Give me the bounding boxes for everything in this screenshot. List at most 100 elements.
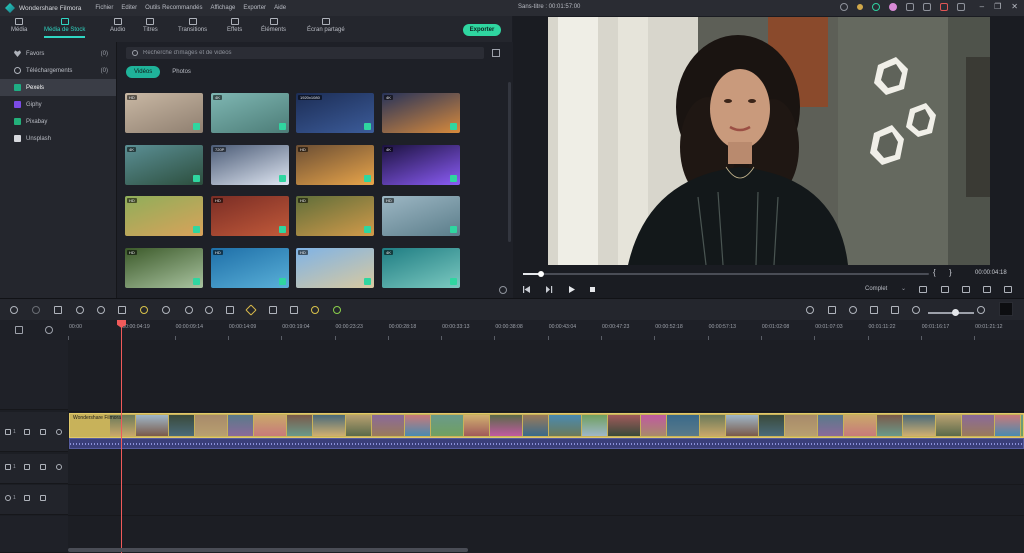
cut-scissors-icon[interactable] (76, 306, 84, 314)
grid-view-icon[interactable] (492, 49, 500, 57)
sidebar-item-pexels[interactable]: Pexels (0, 79, 116, 96)
tab-photos[interactable]: Photos (164, 66, 199, 78)
module-transitions[interactable]: Transitions (178, 18, 207, 33)
shield-icon[interactable] (828, 306, 836, 314)
module-effects[interactable]: Effets (227, 18, 242, 33)
cloud-icon[interactable] (839, 3, 848, 11)
stock-video-thumbnail[interactable]: 720P (211, 145, 289, 185)
microphone-icon[interactable] (849, 306, 857, 314)
zoom-slider-handle[interactable] (952, 309, 959, 316)
download-icon[interactable] (279, 175, 286, 182)
menu-item-editer[interactable]: Editer (121, 5, 137, 11)
preview-scrub-bar[interactable] (523, 271, 929, 277)
stock-video-thumbnail[interactable]: HD (211, 248, 289, 288)
download-icon[interactable] (364, 278, 371, 285)
stock-video-thumbnail[interactable]: HD (296, 196, 374, 236)
close-icon[interactable]: ✕ (1011, 3, 1018, 11)
search-input[interactable] (143, 50, 463, 56)
account-avatar-icon[interactable] (888, 3, 897, 11)
adjust-sliders-icon[interactable] (269, 306, 277, 314)
sidebar-item-favors[interactable]: Favors (0) (0, 45, 116, 62)
download-icon[interactable] (450, 123, 457, 130)
save-icon[interactable] (905, 3, 914, 11)
chevron-down-icon[interactable]: ⌄ (901, 285, 906, 292)
module-titles[interactable]: Titres (143, 18, 158, 33)
add-track-icon[interactable] (15, 326, 23, 334)
render-icon[interactable] (806, 306, 814, 314)
scrub-handle[interactable] (538, 271, 545, 277)
menu-item-exporter[interactable]: Exporter (243, 5, 266, 11)
sidebar-item-unsplash[interactable]: Unsplash (0, 130, 116, 147)
maximize-icon[interactable]: ❐ (994, 3, 1001, 11)
module-audio[interactable]: Audio (110, 18, 125, 33)
speed-icon[interactable] (140, 306, 148, 314)
minimize-icon[interactable]: – (980, 3, 984, 11)
zoom-slider[interactable] (928, 312, 974, 314)
download-icon[interactable] (279, 278, 286, 285)
download-icon[interactable] (364, 175, 371, 182)
sidebar-item-pixabay[interactable]: Pixabay (0, 113, 116, 130)
lock-icon[interactable] (24, 464, 30, 470)
crop-icon[interactable] (118, 306, 126, 314)
download-icon[interactable] (193, 278, 200, 285)
notification-icon[interactable] (939, 3, 948, 11)
download-icon[interactable] (364, 123, 371, 130)
keyframe-icon[interactable] (245, 304, 257, 316)
download-icon[interactable] (450, 226, 457, 233)
fullscreen-icon[interactable] (1004, 286, 1012, 293)
search-box[interactable] (126, 47, 484, 59)
empty-track-lane[interactable] (68, 340, 1024, 412)
stock-video-thumbnail[interactable]: 1920x1080 (296, 93, 374, 133)
undo-icon[interactable] (10, 306, 18, 314)
mark-out-icon[interactable]: } (949, 268, 952, 277)
module-elements[interactable]: Éléments (261, 18, 286, 33)
stock-video-thumbnail[interactable]: HD (211, 196, 289, 236)
download-icon[interactable] (922, 3, 931, 11)
sidebar-item-downloads[interactable]: Téléchargements (0) (0, 62, 116, 79)
zoom-in-icon[interactable] (977, 306, 985, 314)
audio-wave-icon[interactable] (290, 306, 298, 314)
menu-item-outils[interactable]: Outils Recommandés (145, 5, 202, 11)
idea-bulb-icon[interactable] (856, 4, 863, 10)
menu-item-aide[interactable]: Aide (274, 5, 286, 11)
tag-icon[interactable] (97, 306, 105, 314)
download-icon[interactable] (279, 226, 286, 233)
eye-icon[interactable] (56, 464, 62, 470)
playhead-line[interactable] (121, 322, 122, 553)
browser-scrollbar[interactable] (508, 82, 511, 242)
stock-video-thumbnail[interactable]: HD (296, 145, 374, 185)
stock-video-thumbnail[interactable]: HD (125, 196, 203, 236)
download-icon[interactable] (193, 123, 200, 130)
stop-icon[interactable] (589, 286, 596, 293)
render-preview-icon[interactable] (983, 286, 991, 293)
quality-select[interactable]: Complet (865, 286, 887, 292)
sync-icon[interactable] (871, 3, 880, 11)
link-icon[interactable] (45, 326, 53, 334)
feedback-icon[interactable] (956, 3, 965, 11)
display-icon[interactable] (919, 286, 927, 293)
mark-in-icon[interactable]: { (933, 268, 936, 277)
audio-waveform-clip[interactable] (69, 438, 1024, 449)
stock-video-thumbnail[interactable]: 4K (382, 93, 460, 133)
mute-icon[interactable] (40, 429, 46, 435)
timeline-ruler[interactable]: 00:00 00:00:04:19 00:00:09:14 00:00:14:09 00… (0, 320, 1024, 340)
stock-video-thumbnail[interactable]: 4K (382, 145, 460, 185)
menu-item-affichage[interactable]: Affichage (210, 5, 235, 11)
duration-icon[interactable] (205, 306, 213, 314)
fit-frame-icon[interactable] (226, 306, 234, 314)
module-stock-media[interactable]: Média de Stock (44, 18, 86, 38)
module-media[interactable]: Média (11, 18, 27, 33)
redo-icon[interactable] (32, 306, 40, 314)
download-icon[interactable] (450, 278, 457, 285)
voiceover-icon[interactable] (870, 306, 878, 314)
download-icon[interactable] (364, 226, 371, 233)
play-back-icon[interactable] (546, 286, 553, 293)
sidebar-item-giphy[interactable]: Giphy (0, 96, 116, 113)
stock-video-thumbnail[interactable]: HD (125, 93, 203, 133)
audio-track-lane[interactable] (68, 485, 1024, 516)
stock-video-thumbnail[interactable]: 4K (211, 93, 289, 133)
timeline-scrollbar[interactable] (68, 548, 468, 552)
stock-video-thumbnail[interactable]: 4K (125, 145, 203, 185)
auto-reframe-icon[interactable] (333, 306, 341, 314)
previous-frame-icon[interactable] (523, 286, 530, 293)
